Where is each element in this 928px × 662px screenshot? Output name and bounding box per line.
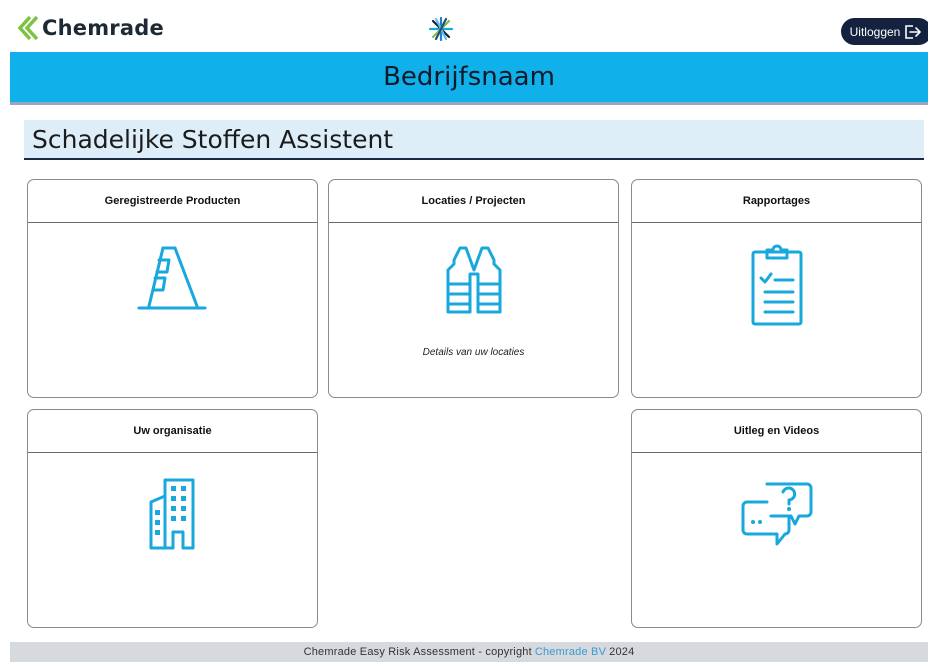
logout-arrow-icon [905,24,922,39]
page-title-bar: Schadelijke Stoffen Assistent [24,120,924,160]
safety-vest-icon [446,246,501,314]
footer-year: 2024 [609,646,635,658]
chemrade-logo-mark-icon [17,15,39,41]
clipboard-checklist-icon [751,244,802,326]
card-description: Details van uw locaties [422,347,525,358]
top-header: Chemrade Uitloggen [10,12,928,54]
company-name: Bedrijfsnaam [383,62,555,92]
card-explanation-videos[interactable]: Uitleg en Videos [631,409,922,628]
chat-question-icon [741,482,812,546]
company-banner: Bedrijfsnaam [10,52,928,105]
page-title: Schadelijke Stoffen Assistent [32,124,394,154]
footer: Chemrade Easy Risk Assessment - copyrigh… [10,642,928,662]
footer-company-link[interactable]: Chemrade BV [535,646,606,658]
card-your-organisation[interactable]: Uw organisatie [27,409,318,628]
ladder-icon [137,246,206,310]
logo-text: Chemrade [42,16,164,40]
building-icon [149,478,194,550]
logout-button[interactable]: Uitloggen [841,18,928,45]
starburst-emblem-icon [428,16,454,42]
card-title: Rapportages [632,180,921,223]
card-reports[interactable]: Rapportages [631,179,922,398]
logout-label: Uitloggen [849,24,901,39]
card-title: Uw organisatie [28,410,317,453]
card-locations-projects[interactable]: Locaties / Projecten Details van uw loca… [328,179,619,398]
card-title: Locaties / Projecten [329,180,618,223]
chemrade-logo[interactable]: Chemrade [16,12,164,44]
card-title: Geregistreerde Producten [28,180,317,223]
card-registered-products[interactable]: Geregistreerde Producten [27,179,318,398]
footer-copyright: Chemrade Easy Risk Assessment - copyrigh… [303,646,532,658]
card-title: Uitleg en Videos [632,410,921,453]
